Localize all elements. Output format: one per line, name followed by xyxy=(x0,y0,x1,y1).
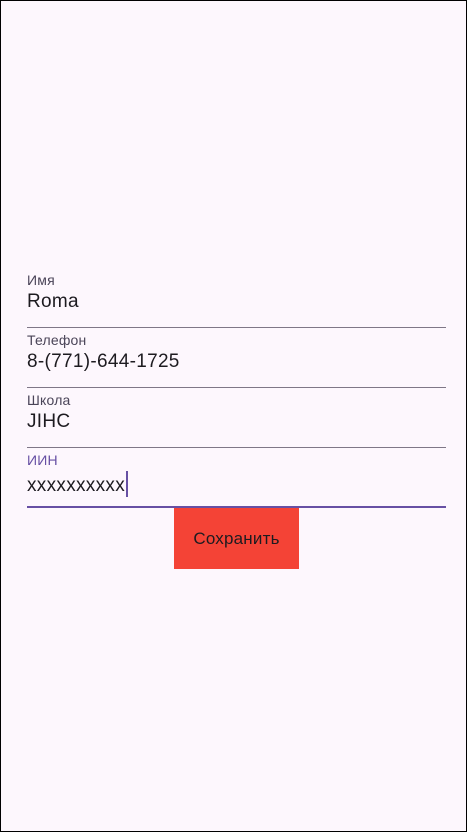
iin-label: ИИН xyxy=(27,452,58,468)
iin-input[interactable]: xxxxxxxxxx xyxy=(27,475,125,496)
school-field[interactable]: Школа JIHC xyxy=(27,392,446,448)
school-input[interactable]: JIHC xyxy=(27,411,70,433)
school-underline xyxy=(27,446,446,448)
name-underline xyxy=(27,326,446,328)
name-input[interactable]: Roma xyxy=(27,291,79,313)
iin-field[interactable]: ИИН xxxxxxxxxx xyxy=(27,452,446,508)
iin-input-wrap[interactable]: xxxxxxxxxx xyxy=(27,471,128,497)
name-label: Имя xyxy=(27,272,55,288)
school-label: Школа xyxy=(27,392,71,408)
phone-field[interactable]: Телефон 8-(771)-644-1725 xyxy=(27,332,446,388)
name-field[interactable]: Имя Roma xyxy=(27,272,446,328)
save-button[interactable]: Сохранить xyxy=(174,508,299,569)
edit-profile-screen: Имя Roma Телефон 8-(771)-644-1725 Школа … xyxy=(1,1,466,831)
text-cursor xyxy=(126,471,128,497)
phone-input[interactable]: 8-(771)-644-1725 xyxy=(27,351,180,373)
phone-underline xyxy=(27,386,446,388)
phone-label: Телефон xyxy=(27,332,87,348)
